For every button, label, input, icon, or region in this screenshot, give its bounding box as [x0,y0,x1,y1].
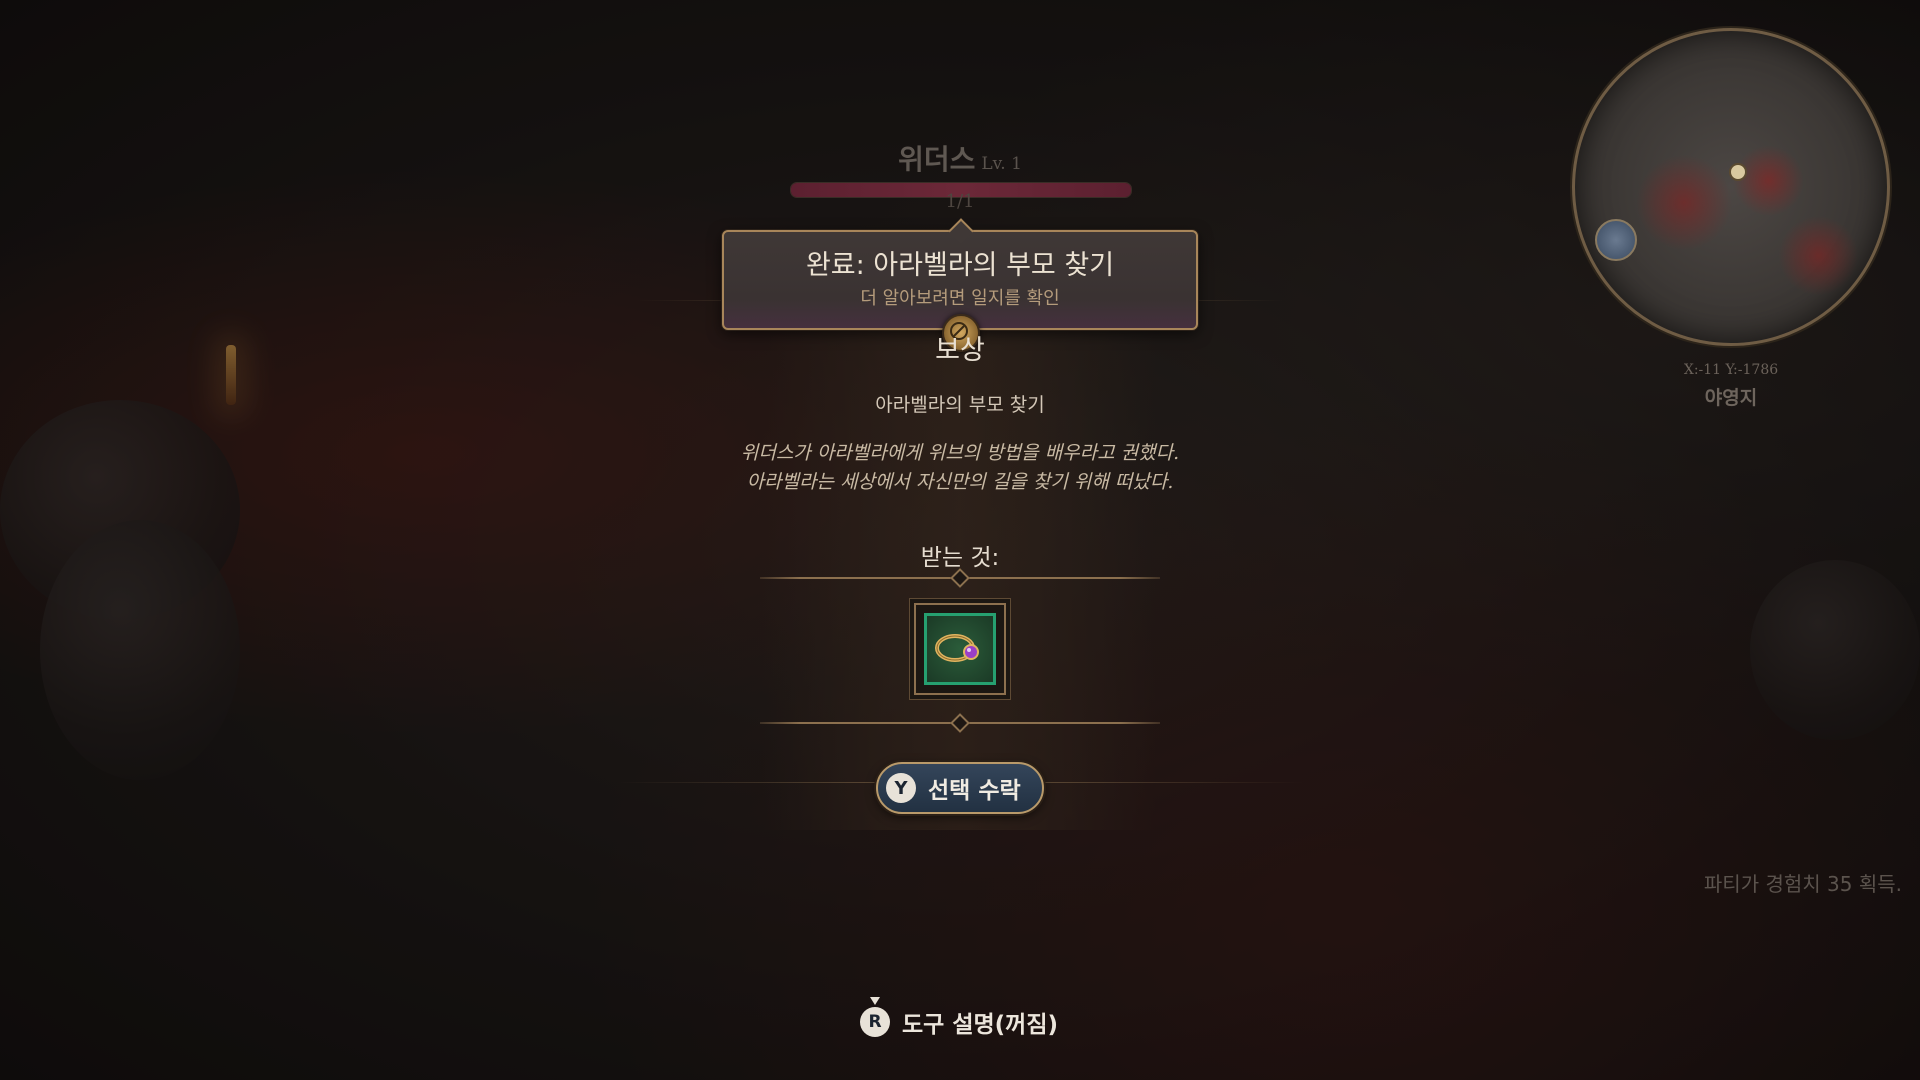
minimap[interactable] [1572,28,1890,346]
quest-complete-title: 완료: 아라벨라의 부모 찾기 [805,250,1115,281]
character-level: Lv. 1 [981,154,1022,174]
location-name: 야영지 [1704,387,1758,409]
receive-label: 받는 것: [920,545,1000,571]
game-screen: 위더스 Lv. 1 1/1 완료: 아라벨라의 부모 찾기 더 알아보려면 일지를… [0,0,1920,1080]
reward-item-slot[interactable] [914,603,1006,695]
r-stick-icon: R [860,997,890,1037]
player-marker-icon [1729,163,1747,181]
map-coordinates: X:-11 Y:-1786 [1683,362,1779,378]
reward-item[interactable] [924,613,996,685]
accept-selection-button[interactable]: Y 선택 수락 [876,762,1044,814]
r-stick-letter: R [868,1012,882,1032]
y-button-icon: Y [886,773,916,803]
accept-button-label: 선택 수락 [928,778,1021,804]
arrow-down-icon [870,997,880,1005]
party-member-portrait[interactable] [1595,219,1637,261]
ring-icon [935,634,979,662]
journal-hint: 더 알아보려면 일지를 확인 [860,288,1060,309]
character-name: 위더스 [898,143,976,176]
quest-description-line: 아라벨라는 세상에서 자신만의 길을 찾기 위해 떠났다. [746,471,1174,493]
xp-gain-notification: 파티가 경험치 35 획득. [1703,872,1902,896]
tooltip-toggle-label: 도구 설명(꺼짐) [902,1012,1058,1038]
tooltip-toggle-hint[interactable]: R 도구 설명(꺼짐) [860,997,1058,1039]
quest-description-line: 위더스가 아라벨라에게 위브의 방법을 배우라고 권했다. [740,442,1180,464]
